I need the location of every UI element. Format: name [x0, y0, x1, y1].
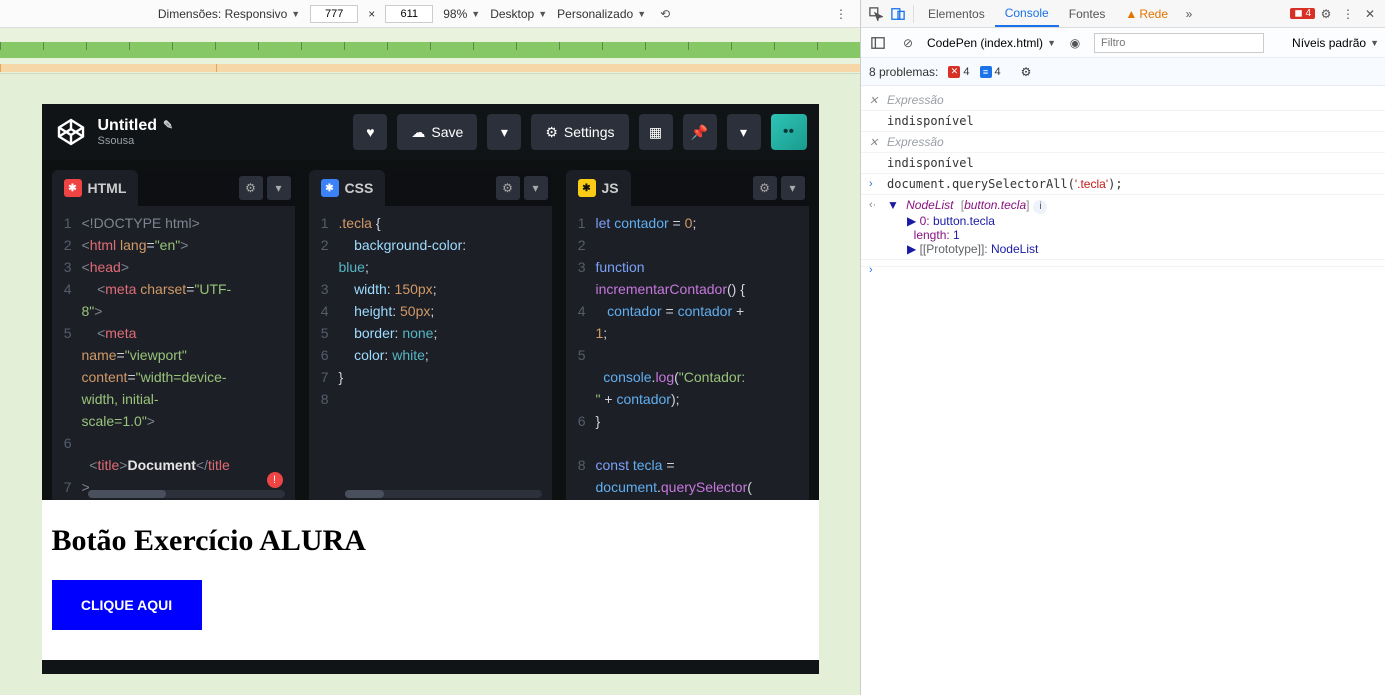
- error-count-badge[interactable]: ◼ 4: [1290, 8, 1315, 19]
- console-sidebar-icon[interactable]: [867, 32, 889, 54]
- editors-row: ✱HTML ⚙ ▾ 1234 5 6 7 <!DOCTYPE html> <ht…: [42, 160, 819, 500]
- result-pane: Botão Exercício ALURA CLIQUE AQUI: [42, 500, 819, 660]
- chevron-down-icon: ▾: [740, 124, 747, 141]
- console-toolbar: ⊘ CodePen (index.html)▼ ◉ Níveis padrão▼: [861, 28, 1385, 58]
- html-scrollbar[interactable]: [88, 490, 285, 498]
- dimensions-dropdown[interactable]: Dimensões: Responsivo▼: [158, 7, 300, 21]
- throttle-dropdown[interactable]: Desktop▼: [490, 7, 547, 21]
- html-editor: ✱HTML ⚙ ▾ 1234 5 6 7 <!DOCTYPE html> <ht…: [52, 170, 295, 500]
- js-badge-icon: ✱: [578, 179, 596, 197]
- gear-icon: ⚙: [545, 124, 558, 141]
- html-code-area[interactable]: 1234 5 6 7 <!DOCTYPE html> <html lang="e…: [52, 206, 295, 500]
- html-settings-icon[interactable]: ⚙: [239, 176, 263, 200]
- devtools-tabs: Elementos Console Fontes ▲Rede » ◼ 4 ⚙ ⋮…: [861, 0, 1385, 28]
- viewport-height-input[interactable]: [385, 5, 433, 23]
- css-tab[interactable]: ✱CSS: [309, 170, 386, 206]
- js-collapse-icon[interactable]: ▾: [781, 176, 805, 200]
- watch-value: indisponível: [861, 153, 1385, 174]
- css-settings-icon[interactable]: ⚙: [496, 176, 520, 200]
- tab-network[interactable]: ▲Rede: [1115, 0, 1178, 27]
- watch-expression[interactable]: ✕Expressão: [861, 90, 1385, 111]
- tab-console[interactable]: Console: [995, 0, 1059, 27]
- problems-settings-icon[interactable]: ⚙: [1021, 65, 1032, 79]
- user-avatar[interactable]: ••: [771, 114, 807, 150]
- tab-elements[interactable]: Elementos: [918, 0, 995, 27]
- save-options-button[interactable]: ▾: [487, 114, 521, 150]
- css-scrollbar[interactable]: [345, 490, 542, 498]
- save-button[interactable]: ☁Save: [397, 114, 477, 150]
- device-mode-panel: Dimensões: Responsivo▼ × 98%▼ Desktop▼ P…: [0, 0, 860, 695]
- device-toolbar-menu-icon[interactable]: ⋮: [832, 5, 850, 23]
- emulated-viewport: Untitled✎ Ssousa ♥ ☁Save ▾ ⚙Settings ▦ 📌…: [42, 104, 819, 674]
- log-levels-selector[interactable]: Níveis padrão▼: [1292, 36, 1379, 50]
- like-button[interactable]: ♥: [353, 114, 387, 150]
- css-badge-icon: ✱: [321, 179, 339, 197]
- custom-dropdown[interactable]: Personalizado▼: [557, 7, 646, 21]
- console-filter-input[interactable]: [1094, 33, 1264, 53]
- js-settings-icon[interactable]: ⚙: [753, 176, 777, 200]
- console-output[interactable]: ✕Expressão indisponível ✕Expressão indis…: [861, 86, 1385, 695]
- html-tab[interactable]: ✱HTML: [52, 170, 139, 206]
- html-collapse-icon[interactable]: ▾: [267, 176, 291, 200]
- breakpoint-ruler[interactable]: [0, 28, 860, 74]
- console-input-line[interactable]: ›document.querySelectorAll('.tecla');: [861, 174, 1385, 195]
- watch-value: indisponível: [861, 111, 1385, 132]
- codepen-footer: [42, 660, 819, 674]
- pin-icon: 📌: [691, 124, 708, 141]
- css-code-area[interactable]: 12 345678 .tecla { background-color: blu…: [309, 206, 552, 500]
- view-options-button[interactable]: ▾: [727, 114, 761, 150]
- html-badge-icon: ✱: [64, 179, 82, 197]
- live-expression-icon[interactable]: ◉: [1064, 32, 1086, 54]
- clear-console-icon[interactable]: ⊘: [897, 32, 919, 54]
- inspect-icon[interactable]: [865, 3, 887, 25]
- css-collapse-icon[interactable]: ▾: [524, 176, 548, 200]
- codepen-logo-icon[interactable]: [54, 115, 88, 149]
- console-prompt[interactable]: ›: [861, 260, 1385, 267]
- devtools-settings-icon[interactable]: ⚙: [1315, 3, 1337, 25]
- pen-title[interactable]: Untitled✎: [98, 117, 174, 135]
- js-tab[interactable]: ✱JS: [566, 170, 631, 206]
- device-toolbar: Dimensões: Responsivo▼ × 98%▼ Desktop▼ P…: [0, 0, 860, 28]
- chevron-down-icon: ▾: [501, 124, 508, 141]
- pin-button[interactable]: 📌: [683, 114, 717, 150]
- devtools-close-icon[interactable]: ✕: [1359, 3, 1381, 25]
- layout-button[interactable]: ▦: [639, 114, 673, 150]
- device-toggle-icon[interactable]: [887, 3, 909, 25]
- console-result-line[interactable]: ‹·▼ NodeList [button.tecla]i ▶ 0: button…: [861, 195, 1385, 260]
- edit-title-icon[interactable]: ✎: [163, 119, 173, 132]
- pen-author[interactable]: Ssousa: [98, 135, 174, 147]
- more-tabs-icon[interactable]: »: [1178, 3, 1200, 25]
- devtools-panel: Elementos Console Fontes ▲Rede » ◼ 4 ⚙ ⋮…: [860, 0, 1385, 695]
- js-editor: ✱JS ⚙ ▾ 123 4 5 6 8 let contador = 0; fu…: [566, 170, 809, 500]
- watch-expression[interactable]: ✕Expressão: [861, 132, 1385, 153]
- codepen-header: Untitled✎ Ssousa ♥ ☁Save ▾ ⚙Settings ▦ 📌…: [42, 104, 819, 160]
- zoom-dropdown[interactable]: 98%▼: [443, 7, 480, 21]
- settings-button[interactable]: ⚙Settings: [531, 114, 628, 150]
- clique-aqui-button[interactable]: CLIQUE AQUI: [52, 580, 202, 630]
- result-heading: Botão Exercício ALURA: [52, 524, 809, 558]
- html-error-icon[interactable]: !: [267, 472, 283, 488]
- context-selector[interactable]: CodePen (index.html)▼: [927, 36, 1056, 50]
- js-code-area[interactable]: 123 4 5 6 8 let contador = 0; function i…: [566, 206, 809, 500]
- viewport-width-input[interactable]: [310, 5, 358, 23]
- devtools-menu-icon[interactable]: ⋮: [1337, 3, 1359, 25]
- cloud-icon: ☁: [411, 124, 425, 141]
- tab-sources[interactable]: Fontes: [1059, 0, 1116, 27]
- rotate-icon[interactable]: ⟲: [656, 5, 674, 23]
- css-editor: ✱CSS ⚙ ▾ 12 345678 .tecla { background-c…: [309, 170, 552, 500]
- viewport-wrapper: Untitled✎ Ssousa ♥ ☁Save ▾ ⚙Settings ▦ 📌…: [0, 74, 860, 695]
- problems-bar[interactable]: 8 problemas: ✕4 ≡4 ⚙: [861, 58, 1385, 86]
- layout-icon: ▦: [649, 124, 662, 141]
